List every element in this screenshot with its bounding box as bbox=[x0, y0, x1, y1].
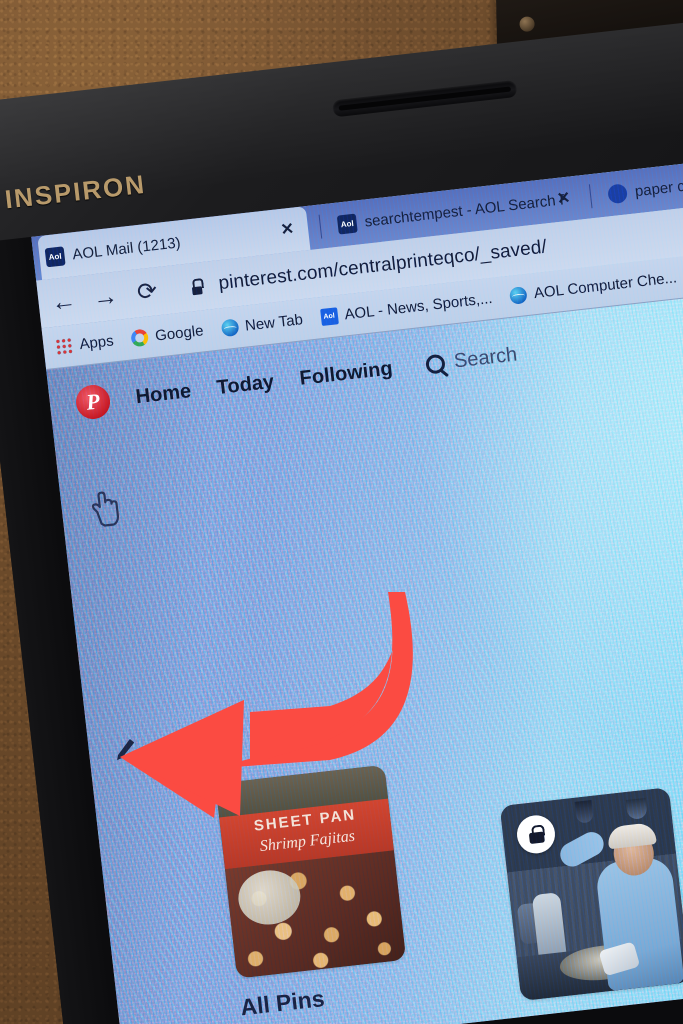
aol-icon bbox=[336, 213, 358, 235]
aol-icon bbox=[319, 307, 339, 327]
aol-icon bbox=[44, 245, 66, 267]
pencil-icon[interactable] bbox=[110, 734, 141, 765]
tab-divider bbox=[318, 214, 323, 239]
laptop-screen: AOL Mail (1213) ✕ searchtempest - AOL Se… bbox=[31, 152, 683, 1024]
board-thumbnail[interactable] bbox=[499, 787, 683, 1002]
lock-icon bbox=[528, 825, 545, 845]
globe-icon bbox=[509, 286, 529, 305]
board-card-all-pins[interactable]: SHEET PAN Shrimp Fajitas All Pins 1 Pin bbox=[215, 764, 419, 1024]
pinterest-logo-icon[interactable]: P bbox=[74, 383, 112, 421]
organize-pins-icon[interactable] bbox=[175, 727, 206, 758]
bookmark-label: AOL Computer Che... bbox=[533, 269, 678, 303]
lock-icon bbox=[189, 278, 204, 295]
search-icon bbox=[425, 353, 447, 375]
google-g-icon bbox=[130, 328, 150, 348]
board-toolbar bbox=[110, 727, 207, 765]
nav-item-today[interactable]: Today bbox=[216, 370, 276, 399]
tab-divider bbox=[588, 184, 593, 209]
boards-grid: SHEET PAN Shrimp Fajitas All Pins 1 Pin bbox=[94, 713, 683, 1024]
tab-title: paper cutter bbox=[633, 173, 683, 200]
pointing-hand-cursor bbox=[91, 491, 120, 527]
board-thumbnail[interactable]: SHEET PAN Shrimp Fajitas bbox=[215, 764, 407, 979]
back-icon[interactable]: ← bbox=[49, 286, 78, 317]
close-icon[interactable]: ✕ bbox=[552, 190, 575, 208]
bookmark-aol-news[interactable]: AOL - News, Sports,... bbox=[319, 289, 494, 327]
laptop: INSPIRON AOL Mail (1213) ✕ searchtempest… bbox=[0, 14, 683, 1024]
bookmark-label: Apps bbox=[78, 332, 115, 354]
board-card-famous-chefs[interactable]: Famous Chefs 1 Pin bbox=[494, 734, 683, 1024]
forward-icon[interactable]: → bbox=[91, 281, 120, 312]
photo-of-laptop-screen: INSPIRON AOL Mail (1213) ✕ searchtempest… bbox=[0, 0, 683, 1024]
search-placeholder: Search bbox=[452, 343, 519, 372]
reload-icon[interactable]: ⟳ bbox=[133, 277, 162, 306]
bookmark-label: Google bbox=[154, 322, 205, 345]
nav-item-following[interactable]: Following bbox=[298, 357, 393, 390]
apps-grid-icon bbox=[54, 337, 74, 356]
tab-title: AOL Mail (1213) bbox=[71, 233, 182, 263]
bookmark-aol-computer-checkup[interactable]: AOL Computer Che... bbox=[509, 269, 678, 305]
device-screw bbox=[519, 16, 535, 32]
nav-item-home[interactable]: Home bbox=[134, 380, 192, 409]
pinterest-icon bbox=[607, 182, 629, 204]
bookmark-new-tab[interactable]: New Tab bbox=[220, 311, 304, 338]
bookmark-google[interactable]: Google bbox=[130, 322, 205, 348]
bookmark-label: AOL - News, Sports,... bbox=[343, 289, 494, 324]
bookmark-apps[interactable]: Apps bbox=[54, 332, 115, 356]
bookmark-label: New Tab bbox=[244, 311, 304, 335]
close-icon[interactable]: ✕ bbox=[276, 221, 299, 239]
pinterest-page: P Home Today Following Search SHEET PAN … bbox=[46, 285, 683, 1024]
search-field[interactable]: Search bbox=[425, 343, 518, 376]
globe-icon bbox=[220, 318, 240, 338]
